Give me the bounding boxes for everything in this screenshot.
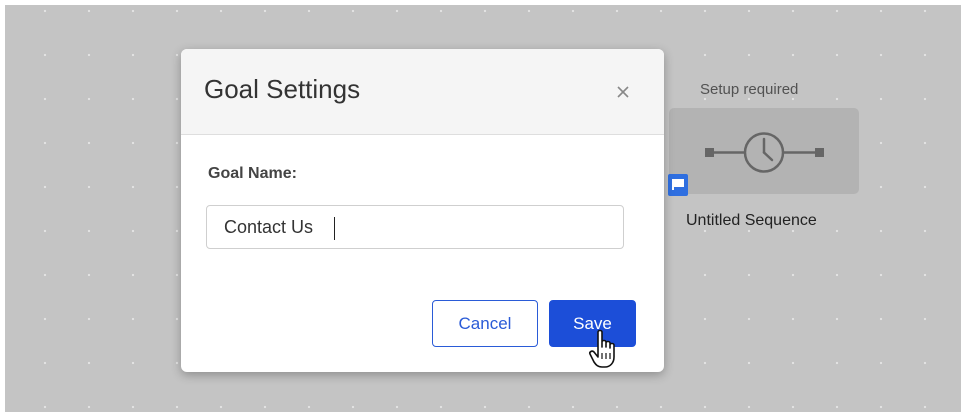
close-icon <box>617 86 629 98</box>
sequence-node-card[interactable] <box>669 108 859 194</box>
node-status-text: Setup required <box>700 81 799 98</box>
sequence-node-title: Untitled Sequence <box>686 212 817 229</box>
close-button[interactable] <box>609 77 637 105</box>
dialog-header: Goal Settings <box>181 49 664 135</box>
cancel-button[interactable]: Cancel <box>432 300 538 347</box>
dialog-title: Goal Settings <box>204 74 361 104</box>
goal-flag-icon <box>668 174 688 196</box>
text-caret <box>334 217 335 240</box>
goal-settings-dialog: Goal Settings Goal Name: Cancel Save <box>181 49 664 372</box>
goal-name-input[interactable] <box>206 205 624 249</box>
goal-name-label: Goal Name: <box>208 165 297 182</box>
save-button[interactable]: Save <box>549 300 636 347</box>
clock-icon <box>705 132 824 173</box>
